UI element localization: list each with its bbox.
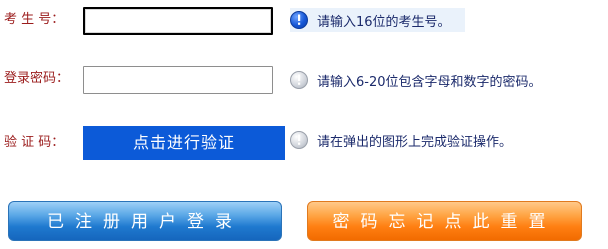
exam-no-hint-text: 请输入16位的考生号。 (317, 14, 451, 30)
exam-no-field[interactable] (83, 7, 273, 35)
exam-no-hint: 请输入16位的考生号。 (290, 8, 465, 32)
exam-no-input[interactable] (85, 9, 271, 33)
info-icon (290, 11, 308, 29)
captcha-hint-text: 请在弹出的图形上完成验证操作。 (317, 134, 513, 150)
captcha-label: 验 证 码： (4, 135, 65, 150)
exam-no-label: 考 生 号： (4, 12, 65, 27)
password-label: 登录密码： (4, 71, 70, 86)
password-input[interactable] (84, 67, 272, 93)
password-hint-text: 请输入6-20位包含字母和数字的密码。 (317, 74, 542, 90)
info-icon (290, 71, 308, 89)
verify-button[interactable]: 点击进行验证 (83, 126, 285, 160)
info-icon (290, 131, 308, 149)
password-hint: 请输入6-20位包含字母和数字的密码。 (290, 68, 542, 92)
reset-password-button[interactable]: 密码忘记点此重置 (307, 201, 582, 241)
password-field[interactable] (83, 66, 273, 94)
login-button[interactable]: 已注册用户登录 (8, 201, 282, 241)
captcha-hint: 请在弹出的图形上完成验证操作。 (290, 128, 512, 152)
login-form: 考 生 号： 请输入16位的考生号。 登录密码： 请输入6-20位包含字母和数字… (0, 0, 608, 249)
